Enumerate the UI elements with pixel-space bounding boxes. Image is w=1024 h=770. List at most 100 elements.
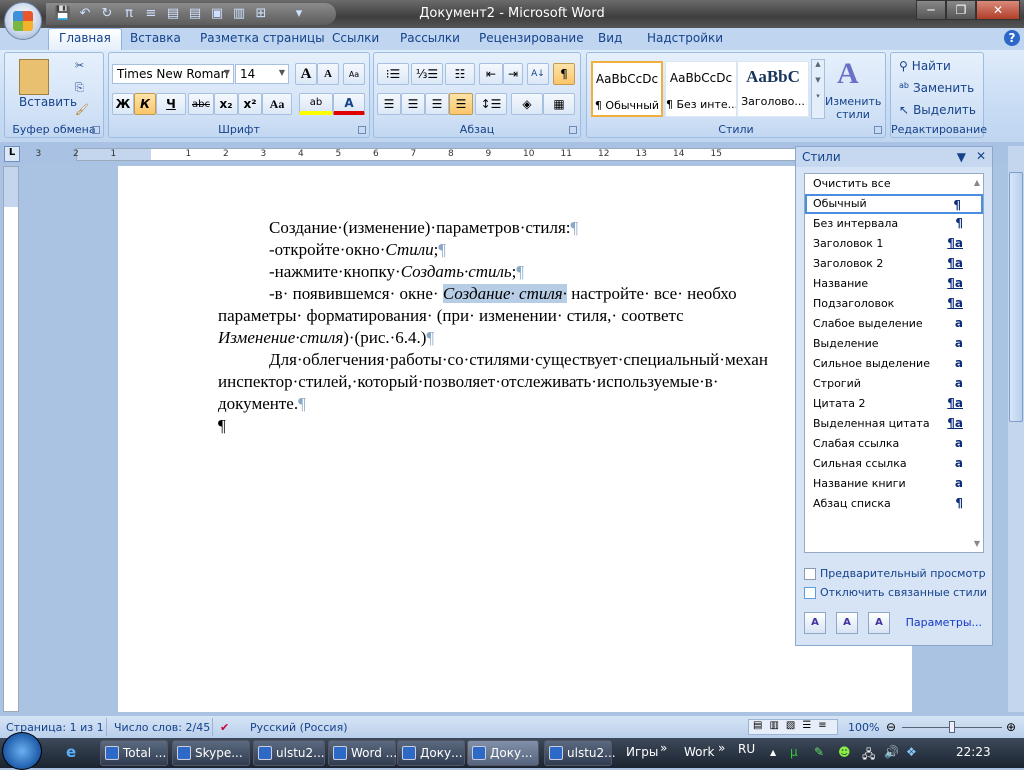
- tray-app-icon[interactable]: ✎: [814, 745, 824, 759]
- align-left-button[interactable]: ☰: [377, 93, 401, 115]
- scrollbar-thumb[interactable]: [1009, 172, 1023, 422]
- underline-button[interactable]: Ч: [156, 93, 186, 115]
- taskbar-button[interactable]: Total ...: [100, 740, 168, 766]
- language[interactable]: Русский (Россия): [250, 721, 348, 734]
- style-list-item[interactable]: Заголовок 1 ¶a: [805, 234, 983, 254]
- start-button[interactable]: [2, 732, 42, 770]
- dropbox-icon[interactable]: ❖: [906, 745, 917, 759]
- redo-icon[interactable]: ↻: [98, 6, 116, 22]
- vertical-ruler[interactable]: [3, 166, 19, 712]
- tab-mailings[interactable]: Рассылки: [400, 31, 460, 45]
- align-center-button[interactable]: ☰: [401, 93, 425, 115]
- dialog-launcher-icon[interactable]: [874, 126, 882, 134]
- tab-references[interactable]: Ссылки: [332, 31, 379, 45]
- minimize-button[interactable]: ─: [916, 0, 946, 20]
- view-buttons[interactable]: ▤▥▧☰≡: [748, 719, 838, 735]
- subscript-button[interactable]: x₂: [214, 93, 238, 115]
- style-list-item[interactable]: Заголовок 2 ¶a: [805, 254, 983, 274]
- style-list-item[interactable]: Сильная ссылка a: [805, 454, 983, 474]
- style-list-item[interactable]: Выделение a: [805, 334, 983, 354]
- style-list-item[interactable]: Строгий a: [805, 374, 983, 394]
- clear-formatting-button[interactable]: Aa: [343, 63, 365, 85]
- restore-button[interactable]: ❐: [946, 0, 976, 20]
- gallery-scroll[interactable]: ▲ ▼ ▾: [811, 59, 825, 119]
- format-painter-icon[interactable]: 🖌: [75, 103, 89, 116]
- tab-review[interactable]: Рецензирование: [479, 31, 584, 45]
- style-list-item[interactable]: Слабое выделение a: [805, 314, 983, 334]
- style-list-item[interactable]: Подзаголовок ¶a: [805, 294, 983, 314]
- ie-icon[interactable]: e: [66, 743, 76, 761]
- line-spacing-button[interactable]: ↕☰: [475, 93, 507, 115]
- bold-button[interactable]: Ж: [112, 93, 134, 115]
- scroll-down-icon[interactable]: ▼: [974, 539, 980, 548]
- dialog-launcher-icon[interactable]: [569, 126, 577, 134]
- tab-insert[interactable]: Вставка: [130, 31, 181, 45]
- clock[interactable]: 22:23: [956, 745, 991, 759]
- office-button[interactable]: [4, 2, 42, 40]
- view-icon[interactable]: ▥: [230, 6, 248, 22]
- cut-icon[interactable]: ✂: [75, 59, 84, 72]
- style-list-item[interactable]: Обычный ¶: [805, 194, 983, 214]
- highlight-button[interactable]: ab: [299, 93, 333, 115]
- view-icon[interactable]: ▤: [164, 6, 182, 22]
- style-list-item[interactable]: Название книги a: [805, 474, 983, 494]
- multilevel-list-button[interactable]: ☷: [445, 63, 475, 85]
- style-list-item[interactable]: Название ¶a: [805, 274, 983, 294]
- horizontal-ruler[interactable]: 3 2 1 1 2 3 4 5 6 7 8 9 10 11 12 13 14 15: [36, 148, 796, 161]
- style-list-item[interactable]: Слабая ссылка a: [805, 434, 983, 454]
- style-inspector-button[interactable]: A: [836, 612, 858, 634]
- options-link[interactable]: Параметры...: [906, 616, 982, 629]
- style-gallery-item[interactable]: AaBbCcDc ¶ Без инте...: [665, 61, 737, 117]
- document-page[interactable]: Создание·(изменение)·параметров·стиля:¶ …: [118, 166, 912, 712]
- language-indicator[interactable]: RU: [738, 742, 755, 756]
- strikethrough-button[interactable]: abc: [188, 93, 214, 115]
- undo-icon[interactable]: ↶: [76, 6, 94, 22]
- style-list-item[interactable]: Выделенная цитата ¶a: [805, 414, 983, 434]
- tab-page-layout[interactable]: Разметка страницы: [200, 31, 325, 45]
- new-style-button[interactable]: A: [804, 612, 826, 634]
- help-button[interactable]: ?: [1004, 30, 1020, 46]
- customize-icon[interactable]: ▾: [290, 6, 308, 22]
- borders-button[interactable]: ▦: [543, 93, 575, 115]
- manage-styles-button[interactable]: A: [868, 612, 890, 634]
- change-case-button[interactable]: Aa: [262, 93, 292, 115]
- chevron-icon[interactable]: »: [718, 741, 725, 755]
- increase-indent-button[interactable]: ⇥: [503, 63, 523, 85]
- italic-button[interactable]: К: [134, 93, 156, 115]
- utorrent-icon[interactable]: µ: [790, 745, 798, 759]
- justify-button[interactable]: ☰: [449, 93, 473, 115]
- taskbar-button[interactable]: Доку...: [397, 740, 465, 766]
- find-button[interactable]: ⚲ Найти: [899, 59, 951, 73]
- show-marks-button[interactable]: ¶: [553, 63, 575, 85]
- taskbar-button[interactable]: ulstu2...: [253, 740, 325, 766]
- align-right-button[interactable]: ☰: [425, 93, 449, 115]
- shading-button[interactable]: ◈: [511, 93, 543, 115]
- close-icon[interactable]: ✕: [976, 149, 986, 163]
- style-list-item[interactable]: Абзац списка ¶: [805, 494, 983, 514]
- style-list-item[interactable]: Сильное выделение a: [805, 354, 983, 374]
- bullets-button[interactable]: ⁝☰: [377, 63, 409, 85]
- tray-app-icon[interactable]: ☻: [838, 745, 851, 759]
- taskbar-button[interactable]: Доку...: [467, 740, 539, 766]
- zoom-slider-thumb[interactable]: [949, 721, 955, 733]
- font-size-combo[interactable]: 14 ▼: [235, 64, 289, 84]
- zoom-out-button[interactable]: ⊖: [886, 720, 896, 734]
- pane-menu-icon[interactable]: ▼: [957, 150, 966, 164]
- view-icon[interactable]: ▣: [208, 6, 226, 22]
- dialog-launcher-icon[interactable]: [92, 126, 100, 134]
- tab-view[interactable]: Вид: [598, 31, 622, 45]
- style-list-item[interactable]: Цитата 2 ¶a: [805, 394, 983, 414]
- numbering-icon[interactable]: ≡: [142, 6, 160, 22]
- volume-icon[interactable]: 🔊: [884, 745, 899, 759]
- tab-home[interactable]: Главная: [48, 28, 122, 51]
- toolbar-games[interactable]: Игры: [626, 745, 658, 759]
- taskbar-button[interactable]: ulstu2...: [544, 740, 616, 766]
- chevron-icon[interactable]: »: [660, 741, 667, 755]
- superscript-button[interactable]: x²: [238, 93, 262, 115]
- replace-button[interactable]: ab Заменить: [899, 81, 974, 95]
- style-gallery-item[interactable]: AaBbC Заголово...: [737, 61, 809, 117]
- style-list-item[interactable]: Очистить все: [805, 174, 983, 194]
- sort-button[interactable]: А↓: [527, 63, 549, 85]
- decrease-indent-button[interactable]: ⇤: [479, 63, 503, 85]
- taskbar-button[interactable]: Skype...: [172, 740, 250, 766]
